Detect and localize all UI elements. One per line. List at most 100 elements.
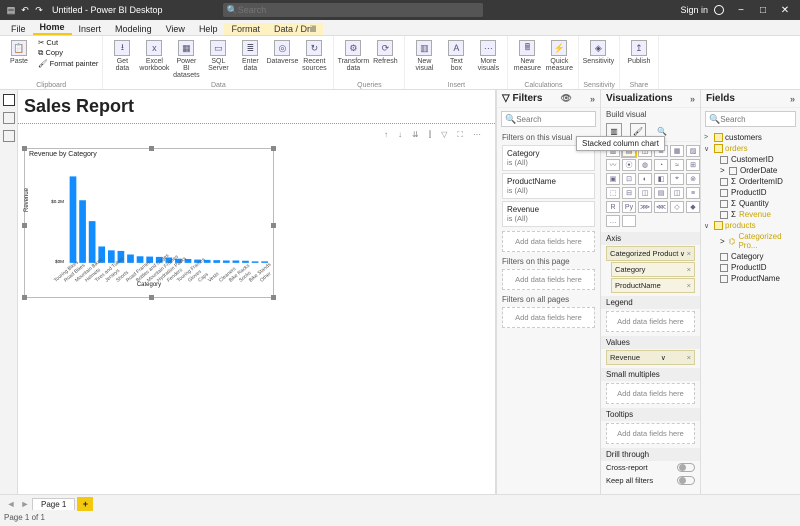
viz-type-14[interactable]: ◐ <box>638 173 652 185</box>
table-customers[interactable]: >customers <box>704 132 797 143</box>
field-well-revenue[interactable]: Revenue∨× <box>606 350 695 365</box>
viz-type-12[interactable]: ▣ <box>606 173 620 185</box>
ribbon-tab-data-drill[interactable]: Data / Drill <box>267 23 323 35</box>
page-next-icon[interactable]: ► <box>18 499 32 509</box>
refresh-button[interactable]: ⟳Refresh <box>370 38 400 82</box>
field-well-category[interactable]: Category× <box>611 262 695 277</box>
filter-icon[interactable]: ▽ <box>441 130 447 140</box>
add-page-filter-drop[interactable]: Add data fields here <box>502 269 595 290</box>
viz-type-30[interactable]: … <box>606 215 620 227</box>
collapse-viz-icon[interactable]: » <box>690 94 695 104</box>
publish-button[interactable]: ↥Publish <box>624 38 654 82</box>
field-category[interactable]: Category <box>704 251 797 262</box>
viz-type-13[interactable]: ⊡ <box>622 173 636 185</box>
save-icon[interactable]: ▤ <box>4 5 18 16</box>
collapse-fields-icon[interactable]: » <box>790 94 795 104</box>
field-well-productname[interactable]: ProductName× <box>611 278 695 293</box>
user-avatar[interactable] <box>714 5 724 15</box>
viz-type-26[interactable]: ⋙ <box>638 201 652 213</box>
ribbon-tab-modeling[interactable]: Modeling <box>108 23 159 35</box>
ribbon-tab-insert[interactable]: Insert <box>72 23 109 35</box>
text-box-button[interactable]: ATextbox <box>441 38 471 82</box>
viz-type-27[interactable]: ⋘ <box>654 201 668 213</box>
table-orders[interactable]: ∨orders <box>704 143 797 154</box>
cut-button[interactable]: ✂ Cut <box>38 38 98 47</box>
sm-drop[interactable]: Add data fields here <box>606 383 695 404</box>
filters-search-input[interactable] <box>516 115 592 124</box>
filters-search[interactable]: 🔍 <box>501 111 596 127</box>
viz-type-5[interactable]: ▨ <box>686 145 700 157</box>
keep-filters-toggle[interactable] <box>677 476 695 485</box>
filter-card-revenue[interactable]: Revenueis (All) <box>502 201 595 227</box>
close-button[interactable]: ✕ <box>774 5 796 16</box>
viz-type-24[interactable]: R <box>606 201 620 213</box>
viz-type-22[interactable]: ◫ <box>670 187 684 199</box>
titlebar-search[interactable]: 🔍 <box>223 3 483 17</box>
field-quantity[interactable]: ΣQuantity <box>704 198 797 209</box>
field-revenue[interactable]: ΣRevenue <box>704 209 797 220</box>
legend-drop[interactable]: Add data fields here <box>606 311 695 332</box>
ribbon-tab-format[interactable]: Format <box>224 23 267 35</box>
field-categorized-pro-[interactable]: >⌬Categorized Pro... <box>704 231 797 251</box>
model-view-icon[interactable] <box>3 130 15 142</box>
field-productname[interactable]: ProductName <box>704 273 797 284</box>
viz-type-18[interactable]: ⬚ <box>606 187 620 199</box>
focus-icon[interactable]: ⛶ <box>457 130 463 140</box>
enter-data-button[interactable]: ≣Enterdata <box>235 38 265 82</box>
drill-up-icon[interactable]: ↑ <box>384 130 388 140</box>
viz-type-19[interactable]: ⊟ <box>622 187 636 199</box>
field-orderdate[interactable]: >OrderDate <box>704 165 797 176</box>
recent-sources-button[interactable]: ↻Recentsources <box>299 38 329 82</box>
viz-type-4[interactable]: ▦ <box>670 145 684 157</box>
chart-visual[interactable]: Revenue by Category Revenue $0M$0.2M Tou… <box>24 148 274 298</box>
sensitivity-button[interactable]: ◈Sensitivity <box>583 38 613 82</box>
viz-type-16[interactable]: ⌖ <box>670 173 684 185</box>
format-painter-button[interactable]: 🖌 Format painter <box>38 59 98 68</box>
viz-type-25[interactable]: Py <box>622 201 636 213</box>
add-page-button[interactable]: + <box>77 497 93 511</box>
minimize-button[interactable]: − <box>730 5 752 16</box>
quick-measure-button[interactable]: ⚡Quickmeasure <box>544 38 574 82</box>
ribbon-tab-help[interactable]: Help <box>192 23 225 35</box>
field-well-categorized-product[interactable]: Categorized Product∨× <box>606 246 695 261</box>
get-data-button[interactable]: ⭳Getdata <box>107 38 137 82</box>
expand-icon[interactable]: ⇊ <box>412 130 419 140</box>
viz-type-15[interactable]: ◧ <box>654 173 668 185</box>
more-icon[interactable]: ⋯ <box>473 130 481 140</box>
viz-type-17[interactable]: ⊚ <box>686 173 700 185</box>
titlebar-search-input[interactable] <box>238 5 479 15</box>
copy-button[interactable]: ⧉ Copy <box>38 48 98 58</box>
viz-type-9[interactable]: ◔ <box>654 159 668 171</box>
add-all-filter-drop[interactable]: Add data fields here <box>502 307 595 328</box>
viz-type-10[interactable]: ≈ <box>670 159 684 171</box>
fields-search-input[interactable] <box>720 115 792 124</box>
page-tab[interactable]: Page 1 <box>32 498 75 510</box>
filter-card-productname[interactable]: ProductNameis (All) <box>502 173 595 199</box>
new-measure-button[interactable]: 🖩Newmeasure <box>512 38 542 82</box>
data-view-icon[interactable] <box>3 112 15 124</box>
transform-data-button[interactable]: ⚙Transformdata <box>338 38 368 82</box>
sql-server-button[interactable]: ▭SQLServer <box>203 38 233 82</box>
power-bi-datasets-button[interactable]: ▦PowerBI datasets <box>171 38 201 82</box>
viz-type-8[interactable]: ◍ <box>638 159 652 171</box>
sign-in-link[interactable]: Sign in <box>680 5 708 15</box>
tooltips-drop[interactable]: Add data fields here <box>606 423 695 444</box>
fields-search[interactable]: 🔍 <box>705 111 796 127</box>
ribbon-tab-file[interactable]: File <box>4 23 33 35</box>
viz-type-6[interactable]: 〰 <box>606 159 620 171</box>
next-level-icon[interactable]: ⫿ <box>429 130 432 140</box>
dataverse-button[interactable]: ◎Dataverse <box>267 38 297 82</box>
new-visual-button[interactable]: ▥Newvisual <box>409 38 439 82</box>
report-canvas[interactable]: Sales Report ↑ ↓ ⇊ ⫿ ▽ ⛶ ⋯ Revenue by Ca… <box>18 90 496 494</box>
viz-type-28[interactable]: ◇ <box>670 201 684 213</box>
more-visuals-button[interactable]: ⋯Morevisuals <box>473 38 503 82</box>
redo-icon[interactable]: ↷ <box>32 5 46 16</box>
viz-type-29[interactable]: ◆ <box>686 201 700 213</box>
field-orderitemid[interactable]: ΣOrderItemID <box>704 176 797 187</box>
ribbon-tab-view[interactable]: View <box>159 23 192 35</box>
table-products[interactable]: ∨products <box>704 220 797 231</box>
page-prev-icon[interactable]: ◄ <box>4 499 18 509</box>
viz-type-21[interactable]: ▤ <box>654 187 668 199</box>
collapse-filters-icon[interactable]: » <box>590 94 595 104</box>
excel-workbook-button[interactable]: xExcelworkbook <box>139 38 169 82</box>
